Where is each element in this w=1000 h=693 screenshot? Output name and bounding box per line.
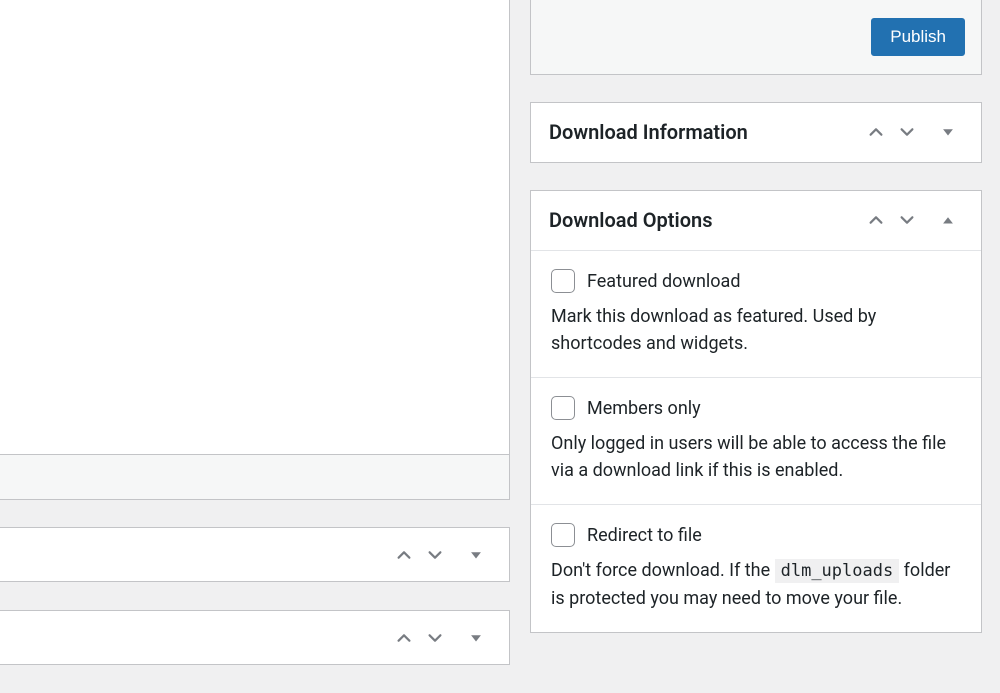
content-editor[interactable] (0, 0, 510, 455)
move-up-icon[interactable] (861, 205, 891, 235)
toggle-panel-icon[interactable] (933, 205, 963, 235)
move-down-icon[interactable] (892, 117, 922, 147)
option-redirect-to-file: Redirect to file Don't force download. I… (531, 504, 981, 632)
panel-controls (861, 117, 963, 147)
move-up-icon[interactable] (389, 623, 419, 653)
download-information-header[interactable]: Download Information (531, 103, 981, 162)
move-down-icon[interactable] (420, 623, 450, 653)
panel-title: Download Information (549, 120, 748, 144)
toggle-panel-icon[interactable] (461, 623, 491, 653)
metabox-collapsed-1[interactable] (0, 527, 510, 582)
publish-button[interactable]: Publish (871, 18, 965, 56)
download-information-metabox: Download Information (530, 102, 982, 163)
move-up-icon[interactable] (389, 540, 419, 570)
checkbox-members-only[interactable] (551, 396, 575, 420)
move-up-icon[interactable] (861, 117, 891, 147)
option-featured-download: Featured download Mark this download as … (531, 250, 981, 377)
option-label: Redirect to file (587, 525, 702, 546)
option-label: Members only (587, 398, 701, 419)
option-description: Mark this download as featured. Used by … (551, 303, 961, 357)
panel-title: Download Options (549, 208, 713, 232)
option-description: Only logged in users will be able to acc… (551, 430, 961, 484)
move-down-icon[interactable] (420, 540, 450, 570)
publish-metabox: Publish (530, 0, 982, 75)
option-members-only: Members only Only logged in users will b… (531, 377, 981, 504)
toggle-panel-icon[interactable] (933, 117, 963, 147)
panel-controls (861, 205, 963, 235)
metabox-collapsed-2[interactable] (0, 610, 510, 665)
move-down-icon[interactable] (892, 205, 922, 235)
option-label: Featured download (587, 271, 740, 292)
download-options-header[interactable]: Download Options (531, 191, 981, 250)
option-description: Don't force download. If the dlm_uploads… (551, 557, 961, 612)
code-path: dlm_uploads (775, 559, 900, 583)
toggle-panel-icon[interactable] (461, 540, 491, 570)
download-options-metabox: Download Options Featured download Mark … (530, 190, 982, 633)
checkbox-redirect-to-file[interactable] (551, 523, 575, 547)
checkbox-featured-download[interactable] (551, 269, 575, 293)
sidebar-column: Publish Download Information Download Op… (530, 0, 982, 693)
editor-column (0, 0, 510, 693)
